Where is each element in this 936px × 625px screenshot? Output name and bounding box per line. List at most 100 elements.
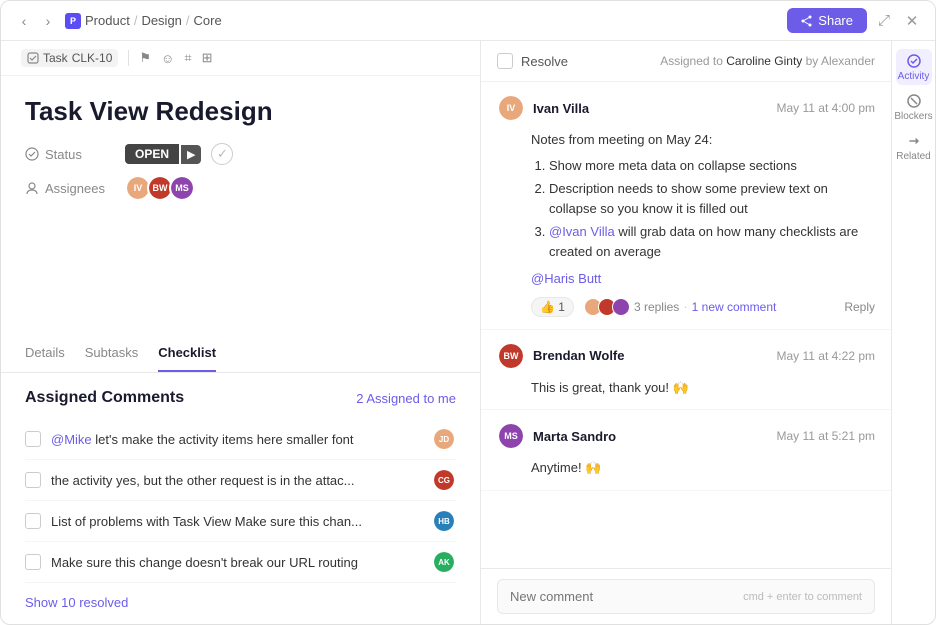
mention-mike: @Mike [51, 432, 92, 447]
related-label: Related [896, 151, 930, 162]
comment-body-text-marta: Anytime! 🙌 [531, 458, 875, 478]
breadcrumb-core: Core [194, 13, 222, 28]
reaction-button-ivan[interactable]: 👍 1 [531, 297, 574, 317]
checkbox-1[interactable] [25, 431, 41, 447]
assignees-avatars: IV BW MS [125, 175, 195, 201]
right-sidebar: Activity Blockers Related [891, 41, 935, 624]
sidebar-blockers[interactable]: Blockers [896, 89, 932, 125]
activity-content: Resolve Assigned to Caroline Ginty by Al… [481, 41, 891, 624]
task-title: Task View Redesign [25, 96, 456, 127]
window-expand-button[interactable]: ⤢ [873, 10, 895, 32]
nav-back-button[interactable]: ‹ [13, 10, 35, 32]
item-avatar-circle-2: CG [434, 470, 454, 490]
item-avatar-1: JD [432, 427, 456, 451]
product-icon: P [65, 13, 81, 29]
sep-dot: · [683, 297, 687, 317]
checklist-text-4: Make sure this change doesn't break our … [51, 555, 426, 570]
share-button[interactable]: Share [787, 8, 867, 33]
blockers-icon [906, 93, 922, 109]
new-comment-badge[interactable]: 1 new comment [692, 298, 777, 316]
comment-author-ivan: IV Ivan Villa [497, 94, 589, 122]
checklist-text-3: List of problems with Task View Make sur… [51, 514, 426, 529]
comment-meta-brendan: BW Brendan Wolfe May 11 at 4:22 pm [497, 342, 875, 370]
avatar-circle-2: BW [149, 177, 171, 199]
top-bar-left: ‹ › P Product / Design / Core [13, 10, 222, 32]
mention-haris[interactable]: @Haris Butt [531, 271, 601, 286]
avatar-circle-marta: MS [499, 424, 523, 448]
sidebar-related[interactable]: Related [896, 129, 932, 165]
nav-forward-button[interactable]: › [37, 10, 59, 32]
left-panel: Task CLK-10 ⚑ ☺ ⌗ ⊞ Task View Redesign S… [1, 41, 481, 624]
resolve-group: Resolve [497, 53, 568, 69]
flag-icon[interactable]: ⚑ [139, 50, 151, 66]
avatar-circle-ivan: IV [499, 96, 523, 120]
top-bar: ‹ › P Product / Design / Core Share ⤢ ✕ [1, 1, 935, 41]
comment-ivan: IV Ivan Villa May 11 at 4:00 pm Notes fr… [481, 82, 891, 330]
comment-body-text-brendan: This is great, thank you! 🙌 [531, 378, 875, 398]
mention-ivan-villa: @Ivan Villa [549, 224, 615, 239]
section-title: Assigned Comments [25, 389, 184, 407]
comment-time-marta: May 11 at 5:21 pm [777, 429, 876, 443]
avatar-circle-brendan: BW [499, 344, 523, 368]
tab-details[interactable]: Details [25, 335, 65, 372]
comment-time-brendan: May 11 at 4:22 pm [777, 349, 876, 363]
checklist-item-1: @Mike let's make the activity items here… [25, 419, 456, 460]
status-row: Status OPEN ▶ ✓ [25, 143, 456, 165]
comment-list-item-1: Show more meta data on collapse sections [549, 156, 875, 176]
status-icon [25, 147, 39, 161]
user-icon [25, 181, 39, 195]
task-content: Task View Redesign Status OPEN ▶ ✓ [1, 76, 480, 335]
avatar-circle-3: MS [171, 177, 193, 199]
comment-name-marta: Marta Sandro [533, 429, 616, 444]
tab-checklist[interactable]: Checklist [158, 335, 216, 372]
blockers-label: Blockers [894, 111, 932, 122]
checklist-section: Assigned Comments 2 Assigned to me @Mike… [1, 373, 480, 624]
tab-subtasks[interactable]: Subtasks [85, 335, 138, 372]
comment-input-wrapper: cmd + enter to comment [497, 579, 875, 614]
replies-group: 3 replies · 1 new comment [584, 297, 776, 317]
breadcrumb-design: Design [141, 13, 181, 28]
tag-icon[interactable]: ⌗ [184, 50, 191, 66]
emoji-icon[interactable]: ☺ [161, 51, 174, 66]
checklist-text-1: @Mike let's make the activity items here… [51, 432, 426, 447]
item-avatar-4: AK [432, 550, 456, 574]
comment-meta-ivan: IV Ivan Villa May 11 at 4:00 pm [497, 94, 875, 122]
checklist-header: Assigned Comments 2 Assigned to me [25, 389, 456, 407]
comment-meta-marta: MS Marta Sandro May 11 at 5:21 pm [497, 422, 875, 450]
checkbox-4[interactable] [25, 554, 41, 570]
checklist-text-2: the activity yes, but the other request … [51, 473, 426, 488]
window-close-button[interactable]: ✕ [901, 10, 923, 32]
share-icon [801, 15, 813, 27]
assignees-label: Assignees [25, 181, 125, 196]
resolve-checkbox[interactable] [497, 53, 513, 69]
checkbox-3[interactable] [25, 513, 41, 529]
breadcrumb: P Product / Design / Core [65, 13, 222, 29]
comments-list: IV Ivan Villa May 11 at 4:00 pm Notes fr… [481, 82, 891, 568]
nav-arrows: ‹ › [13, 10, 59, 32]
reply-avatar-3 [612, 298, 630, 316]
attachment-icon[interactable]: ⊞ [202, 50, 213, 66]
comment-input[interactable] [510, 589, 743, 604]
assigned-me-link[interactable]: 2 Assigned to me [356, 391, 456, 406]
checklist-item-4: Make sure this change doesn't break our … [25, 542, 456, 583]
avatar-marta: MS [497, 422, 525, 450]
status-arrow-button[interactable]: ▶ [181, 145, 201, 164]
status-check-button[interactable]: ✓ [211, 143, 233, 165]
show-resolved-link[interactable]: Show 10 resolved [25, 583, 128, 622]
comment-author-brendan: BW Brendan Wolfe [497, 342, 625, 370]
checklist-item-2: the activity yes, but the other request … [25, 460, 456, 501]
checkbox-2[interactable] [25, 472, 41, 488]
reply-link-ivan[interactable]: Reply [844, 298, 875, 316]
breadcrumb-sep-2: / [186, 13, 190, 28]
breadcrumb-product: Product [85, 13, 130, 28]
reply-avatars [584, 298, 630, 316]
replies-count: 3 replies [634, 298, 679, 316]
item-avatar-circle-3: HB [434, 511, 454, 531]
assigned-info: Assigned to Caroline Ginty by Alexander [660, 54, 875, 68]
status-label: Status [25, 147, 125, 162]
item-avatar-2: CG [432, 468, 456, 492]
activity-label: Activity [898, 71, 930, 82]
sidebar-activity[interactable]: Activity [896, 49, 932, 85]
item-avatar-circle-4: AK [434, 552, 454, 572]
comment-name-brendan: Brendan Wolfe [533, 348, 625, 363]
